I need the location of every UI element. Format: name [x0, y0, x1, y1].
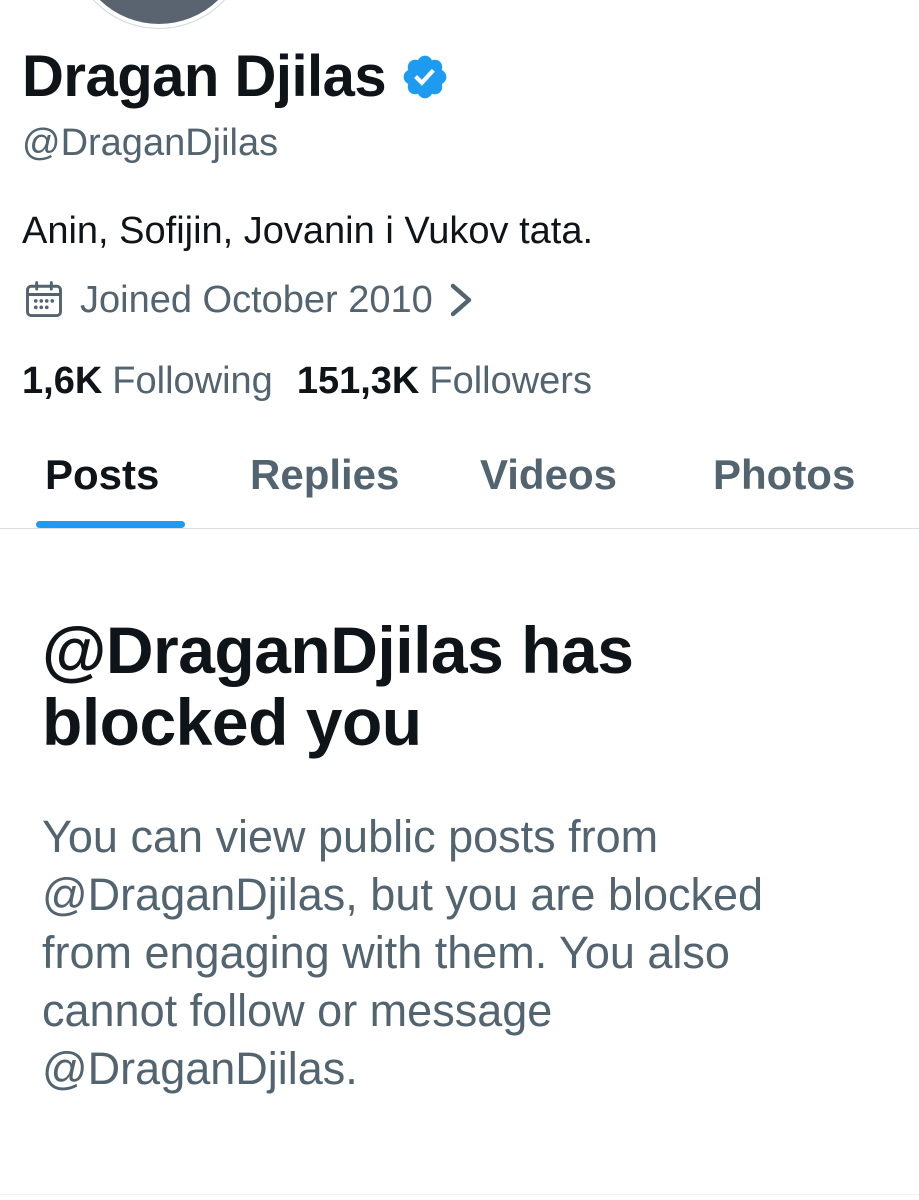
profile-bio: Anin, Sofijin, Jovanin i Vukov tata. — [22, 210, 594, 252]
following-stat[interactable]: 1,6K Following — [22, 362, 273, 400]
verified-badge-icon[interactable] — [400, 52, 450, 102]
profile-tabs: Posts Replies Videos Photos — [0, 440, 919, 529]
tab-photos[interactable]: Photos — [713, 454, 855, 496]
joined-date-text: Joined October 2010 — [80, 279, 433, 321]
active-tab-indicator — [36, 521, 185, 528]
display-name: Dragan Djilas — [22, 44, 387, 109]
blocked-message: You can view public posts from @DraganDj… — [42, 811, 764, 1094]
tab-replies[interactable]: Replies — [250, 454, 399, 496]
profile-stats: 1,6K Following 151,3K Followers — [22, 362, 616, 400]
chevron-right-icon — [450, 283, 472, 317]
followers-stat[interactable]: 151,3K Followers — [297, 362, 592, 400]
divider — [0, 1194, 919, 1195]
followers-label: Followers — [429, 360, 592, 402]
following-count: 1,6K — [22, 360, 103, 402]
followers-count: 151,3K — [296, 360, 420, 402]
profile-handle: @DraganDjilas — [22, 122, 279, 164]
tab-videos[interactable]: Videos — [480, 454, 617, 496]
following-label: Following — [112, 360, 273, 402]
joined-date-row[interactable]: Joined October 2010 — [22, 278, 475, 322]
calendar-icon — [26, 281, 62, 318]
avatar[interactable] — [70, 0, 248, 28]
profile-name-row: Dragan Djilas — [22, 48, 450, 106]
tab-posts[interactable]: Posts — [45, 454, 159, 496]
blocked-title: @DraganDjilas has blocked you — [42, 613, 634, 759]
